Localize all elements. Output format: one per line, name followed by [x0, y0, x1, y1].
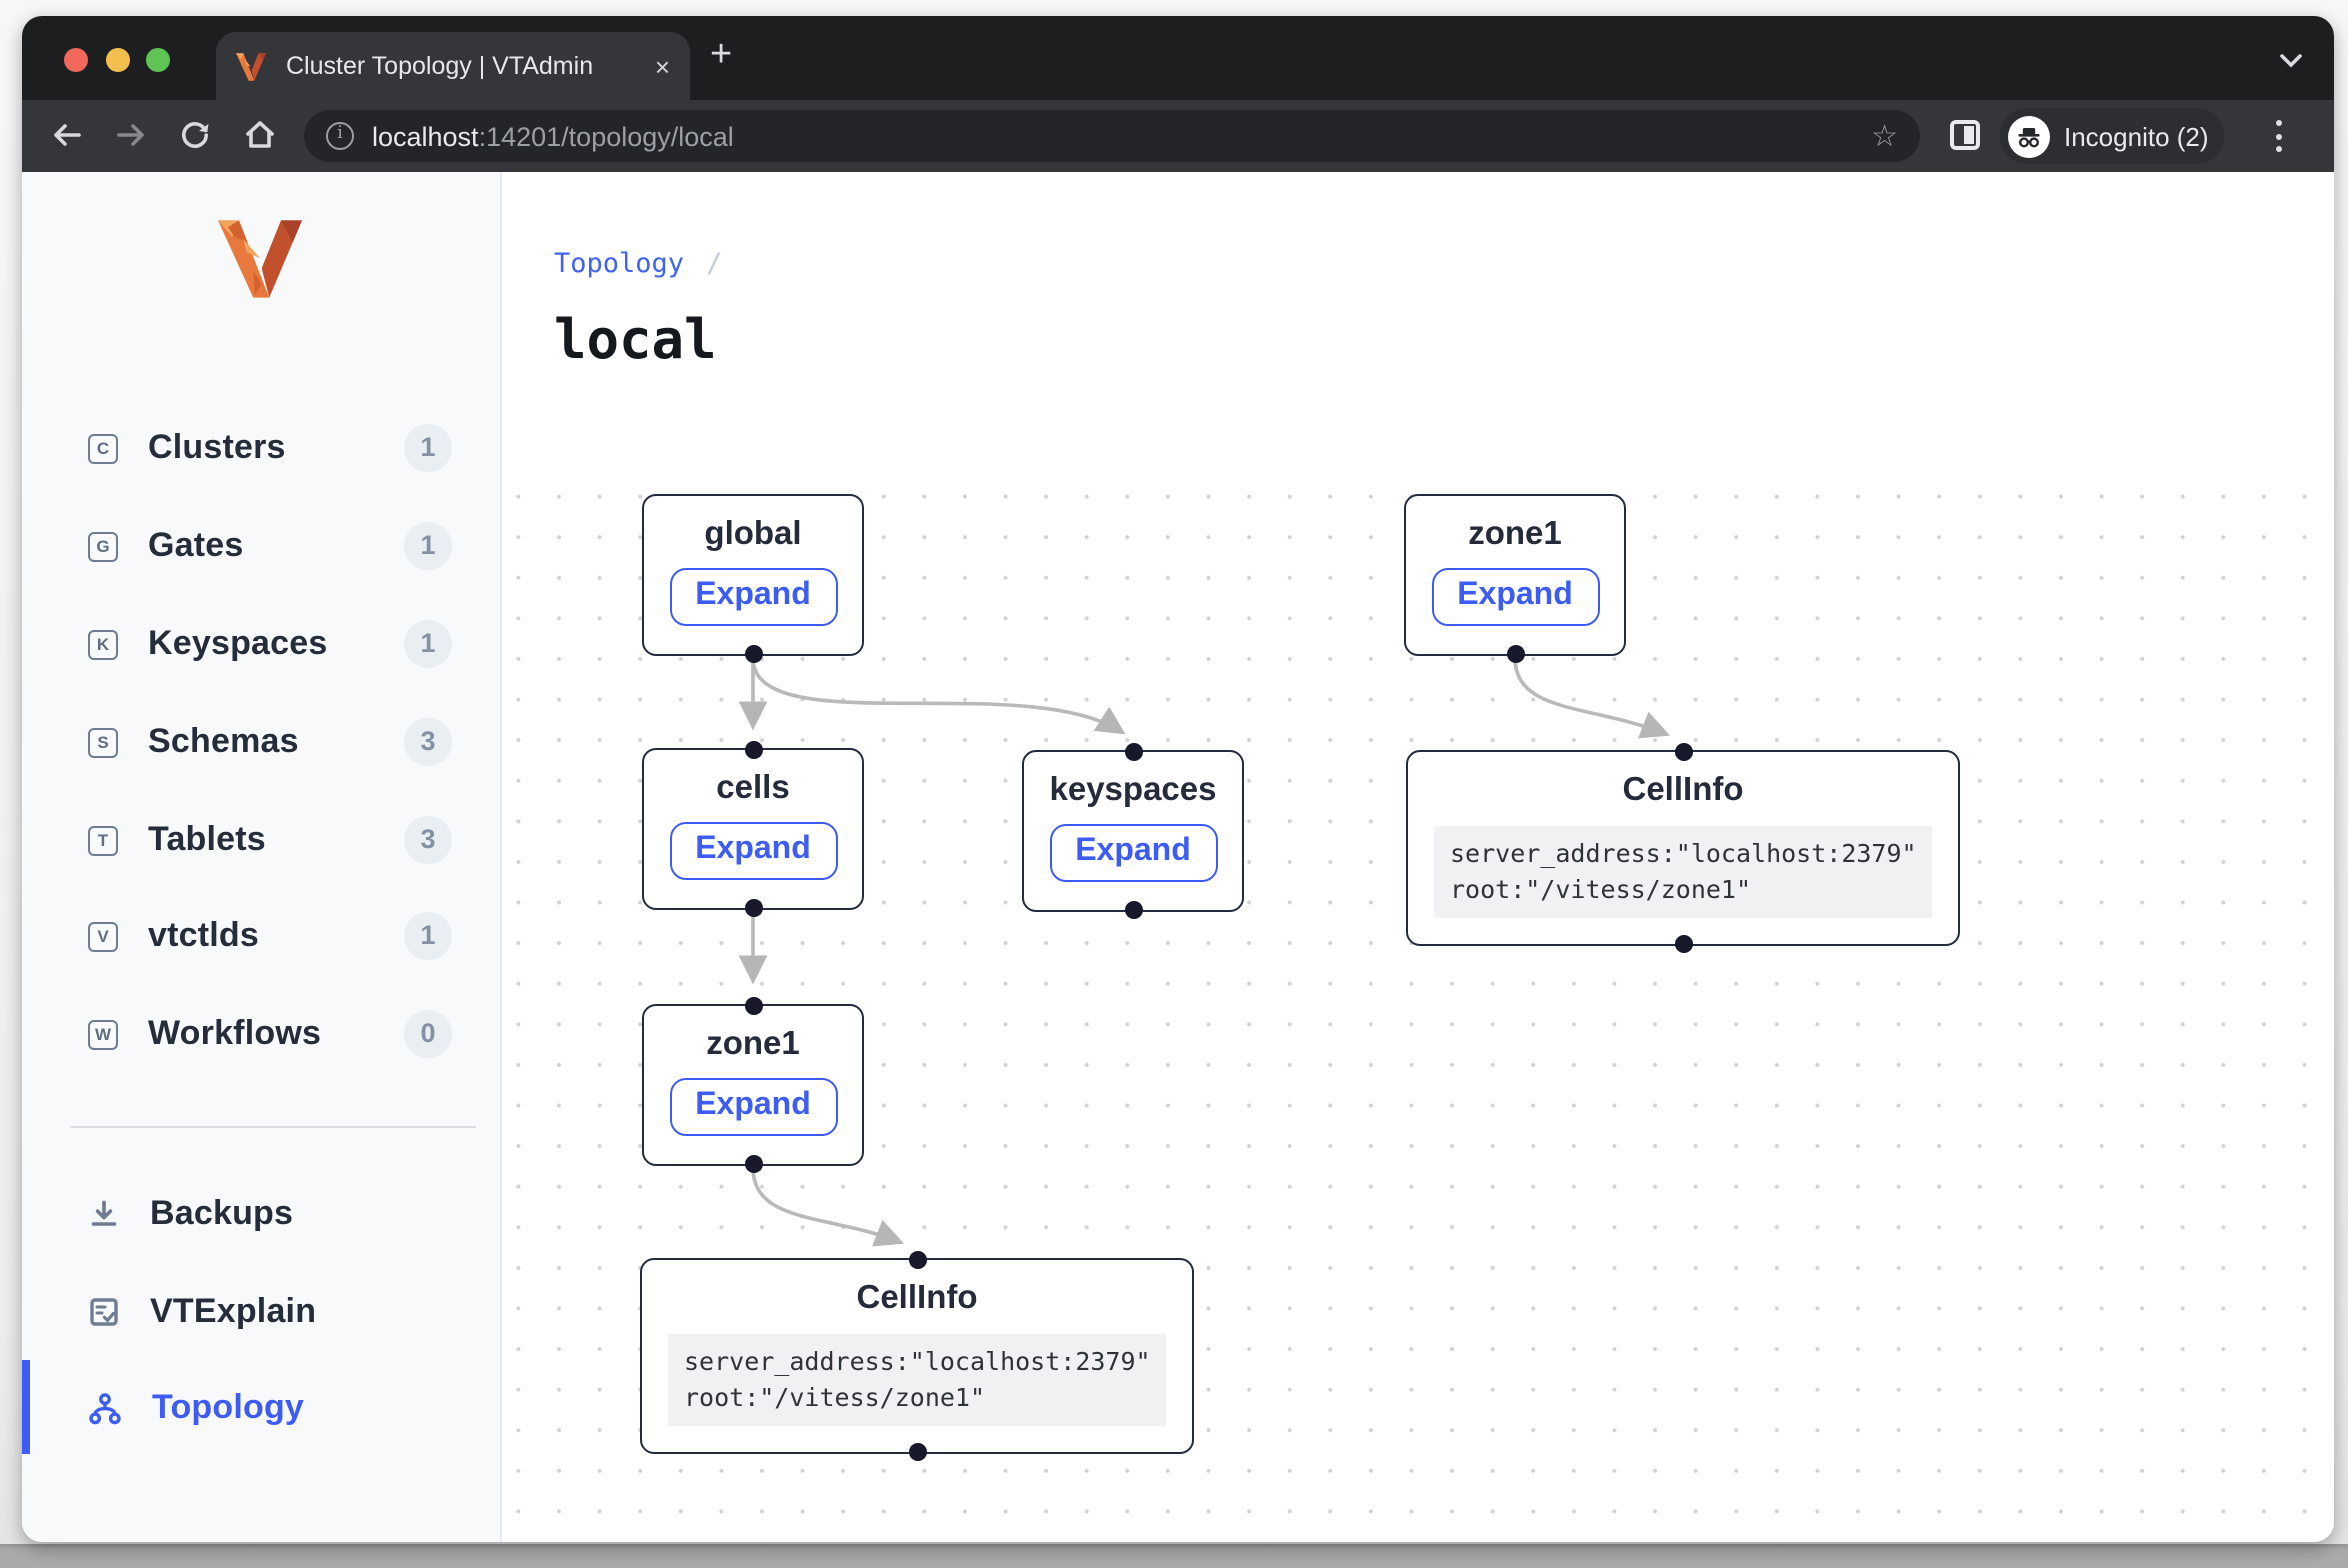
reload-icon[interactable]: [178, 118, 212, 152]
vtctlds-icon: V: [88, 921, 118, 951]
topology-icon: [88, 1391, 122, 1425]
connection-handle: [744, 899, 762, 917]
connection-handle: [744, 997, 762, 1015]
minimize-window-button[interactable]: [105, 48, 129, 72]
topology-canvas: Topology/ local: [502, 172, 2334, 1542]
count-badge: 0: [404, 1010, 452, 1058]
active-indicator: [22, 1360, 30, 1454]
close-window-button[interactable]: [64, 48, 88, 72]
home-icon[interactable]: [242, 118, 278, 152]
tab-title: Cluster Topology | VTAdmin: [286, 52, 647, 80]
document-check-icon: [88, 1296, 120, 1328]
vitess-logo: [218, 220, 302, 298]
sidebar-item-clusters[interactable]: C Clusters 1: [22, 408, 500, 488]
sidebar: C Clusters 1 G Gates 1 K Keyspaces 1 S S…: [22, 172, 502, 1542]
url-text: localhost:14201/topology/local: [372, 121, 734, 151]
new-tab-button[interactable]: +: [710, 34, 732, 78]
gates-icon: G: [88, 531, 118, 561]
expand-button[interactable]: Expand: [1049, 824, 1217, 882]
workflows-icon: W: [88, 1019, 118, 1049]
count-badge: 1: [404, 424, 452, 472]
expand-button[interactable]: Expand: [669, 822, 837, 880]
vitess-favicon: [236, 51, 266, 81]
address-bar[interactable]: i localhost:14201/topology/local ☆: [304, 110, 1920, 162]
tab-close-icon[interactable]: ×: [655, 53, 670, 79]
window-controls: [64, 48, 170, 72]
connection-handle: [908, 1443, 926, 1461]
sidebar-item-keyspaces[interactable]: K Keyspaces 1: [22, 604, 500, 684]
count-badge: 1: [404, 522, 452, 570]
connection-handle: [744, 645, 762, 663]
screenshot-stage: Cluster Topology | VTAdmin × +: [0, 0, 2348, 1568]
tab-search-chevron-icon[interactable]: [2280, 54, 2302, 68]
edge-zone1-cellinfo: [753, 1167, 900, 1242]
keyspaces-icon: K: [88, 629, 118, 659]
download-icon: [88, 1198, 120, 1230]
browser-window: Cluster Topology | VTAdmin × +: [22, 16, 2334, 1542]
sidebar-item-schemas[interactable]: S Schemas 3: [22, 702, 500, 782]
tab-strip: Cluster Topology | VTAdmin × +: [22, 16, 2334, 100]
connection-handle: [1674, 935, 1692, 953]
incognito-badge: Incognito (2): [2000, 108, 2224, 164]
incognito-icon: [2008, 115, 2050, 157]
edge-global-keyspaces: [753, 658, 1122, 732]
browser-tab[interactable]: Cluster Topology | VTAdmin ×: [216, 32, 690, 100]
connection-handle: [908, 1251, 926, 1269]
sidebar-item-workflows[interactable]: W Workflows 0: [22, 994, 500, 1074]
edge-zone1r-cellinfo: [1515, 657, 1666, 734]
connection-handle: [1506, 645, 1524, 663]
expand-button[interactable]: Expand: [669, 1078, 837, 1136]
node-keyspaces: keyspaces Expand: [1022, 750, 1244, 912]
count-badge: 3: [404, 718, 452, 766]
sidebar-divider: [70, 1126, 476, 1128]
node-zone1-right: zone1 Expand: [1404, 494, 1626, 656]
expand-button[interactable]: Expand: [669, 568, 837, 626]
node-global: global Expand: [642, 494, 864, 656]
sidebar-item-gates[interactable]: G Gates 1: [22, 506, 500, 586]
connection-handle: [1674, 743, 1692, 761]
forward-icon[interactable]: [114, 118, 148, 152]
cellinfo-code: server_address:"localhost:2379" root:"/v…: [1434, 826, 1932, 918]
node-cellinfo-right: CellInfo server_address:"localhost:2379"…: [1406, 750, 1960, 946]
node-cellinfo-left: CellInfo server_address:"localhost:2379"…: [640, 1258, 1194, 1454]
sidebar-item-topology[interactable]: Topology: [22, 1368, 500, 1448]
site-info-icon[interactable]: i: [326, 122, 354, 150]
node-cells: cells Expand: [642, 748, 864, 910]
sidebar-item-vtexplain[interactable]: VTExplain: [22, 1272, 500, 1352]
cellinfo-code: server_address:"localhost:2379" root:"/v…: [668, 1334, 1166, 1426]
incognito-label: Incognito (2): [2064, 121, 2209, 151]
browser-toolbar: i localhost:14201/topology/local ☆ Incog…: [22, 100, 2334, 172]
bookmark-star-icon[interactable]: ☆: [1871, 118, 1898, 154]
connection-handle: [1124, 743, 1142, 761]
node-zone1: zone1 Expand: [642, 1004, 864, 1166]
back-icon[interactable]: [50, 118, 84, 152]
side-panel-icon[interactable]: [1950, 120, 1980, 150]
count-badge: 3: [404, 816, 452, 864]
sidebar-item-tablets[interactable]: T Tablets 3: [22, 800, 500, 880]
browser-menu-icon[interactable]: [2276, 120, 2282, 159]
expand-button[interactable]: Expand: [1431, 568, 1599, 626]
sidebar-item-backups[interactable]: Backups: [22, 1174, 500, 1254]
count-badge: 1: [404, 620, 452, 668]
count-badge: 1: [404, 912, 452, 960]
connection-handle: [744, 741, 762, 759]
tablets-icon: T: [88, 825, 118, 855]
schemas-icon: S: [88, 727, 118, 757]
fullscreen-window-button[interactable]: [146, 48, 170, 72]
connection-handle: [1124, 901, 1142, 919]
sidebar-item-vtctlds[interactable]: V vtctlds 1: [22, 896, 500, 976]
clusters-icon: C: [88, 433, 118, 463]
connection-handle: [744, 1155, 762, 1173]
window-shadow: [0, 1544, 2348, 1568]
